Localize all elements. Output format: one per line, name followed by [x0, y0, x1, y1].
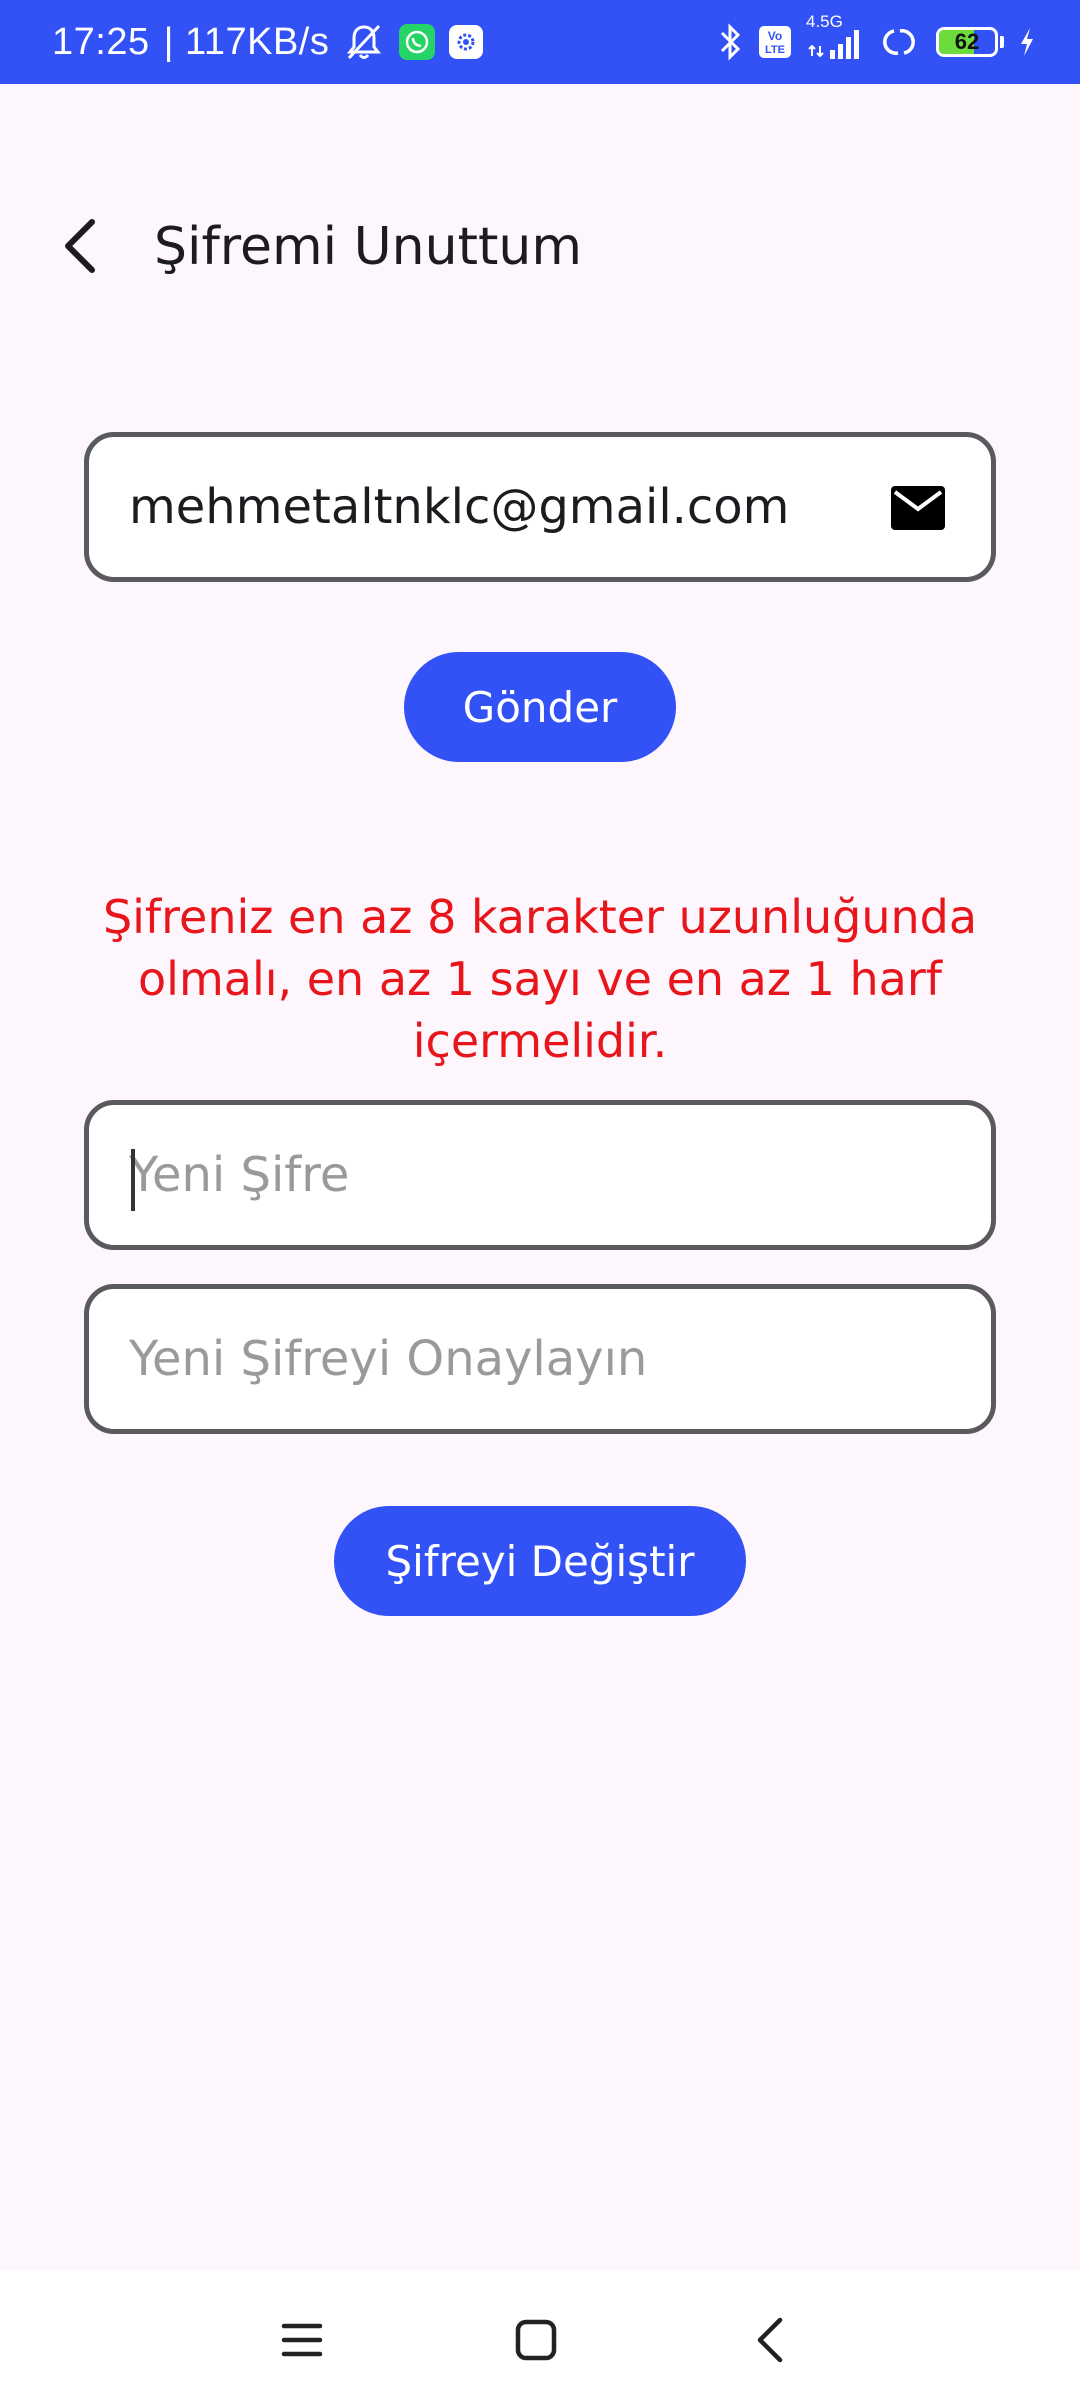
password-rule-warning: Şifreniz en az 8 karakter uzunluğunda ol…	[102, 890, 978, 1068]
page-title: Şifremi Unuttum	[154, 217, 582, 277]
back-button[interactable]	[44, 210, 116, 282]
battery-indicator: 62	[936, 27, 1004, 57]
arrow-back-icon	[65, 219, 95, 273]
email-input[interactable]	[129, 479, 951, 535]
text-caret	[131, 1149, 135, 1211]
menu-icon	[281, 2323, 323, 2357]
send-button[interactable]: Gönder	[404, 652, 676, 762]
mail-icon	[889, 484, 947, 536]
new-password-input[interactable]	[129, 1147, 951, 1203]
charging-icon	[1018, 26, 1036, 58]
data-saver-icon	[876, 25, 922, 59]
confirm-password-field[interactable]	[84, 1284, 996, 1434]
status-left: 17:25 | 117KB/s	[52, 20, 484, 64]
settings-app-icon	[449, 25, 484, 59]
battery-tip	[1000, 36, 1004, 48]
status-time: 17:25	[52, 20, 150, 63]
home-square-icon	[515, 2319, 557, 2361]
home-button[interactable]	[496, 2300, 576, 2380]
whatsapp-icon	[399, 24, 436, 60]
network-type-label: 4.5G	[806, 12, 843, 31]
battery-icon: 62	[936, 27, 998, 57]
confirm-password-input[interactable]	[129, 1331, 951, 1387]
status-right: Vo LTE 4.5G 62	[718, 12, 1036, 62]
recent-apps-button[interactable]	[262, 2300, 342, 2380]
battery-level: 62	[954, 29, 980, 54]
status-bar: 17:25 | 117KB/s Vo LTE 4.5G 62	[0, 0, 1080, 84]
system-back-button[interactable]	[730, 2300, 810, 2380]
bluetooth-icon	[718, 22, 744, 62]
new-password-field[interactable]	[84, 1100, 996, 1250]
email-field[interactable]	[84, 432, 996, 582]
volte-icon: Vo LTE	[758, 25, 792, 59]
chevron-left-icon	[757, 2317, 783, 2363]
svg-text:Vo: Vo	[768, 29, 782, 43]
muted-bell-icon	[343, 22, 385, 62]
app-bar: Şifremi Unuttum	[0, 170, 1080, 320]
signal-icon: 4.5G	[806, 12, 862, 62]
status-speed: | 117KB/s	[163, 20, 330, 63]
system-nav-bar	[0, 2270, 1080, 2400]
svg-text:LTE: LTE	[765, 44, 785, 56]
change-password-button[interactable]: Şifreyi Değiştir	[334, 1506, 746, 1616]
